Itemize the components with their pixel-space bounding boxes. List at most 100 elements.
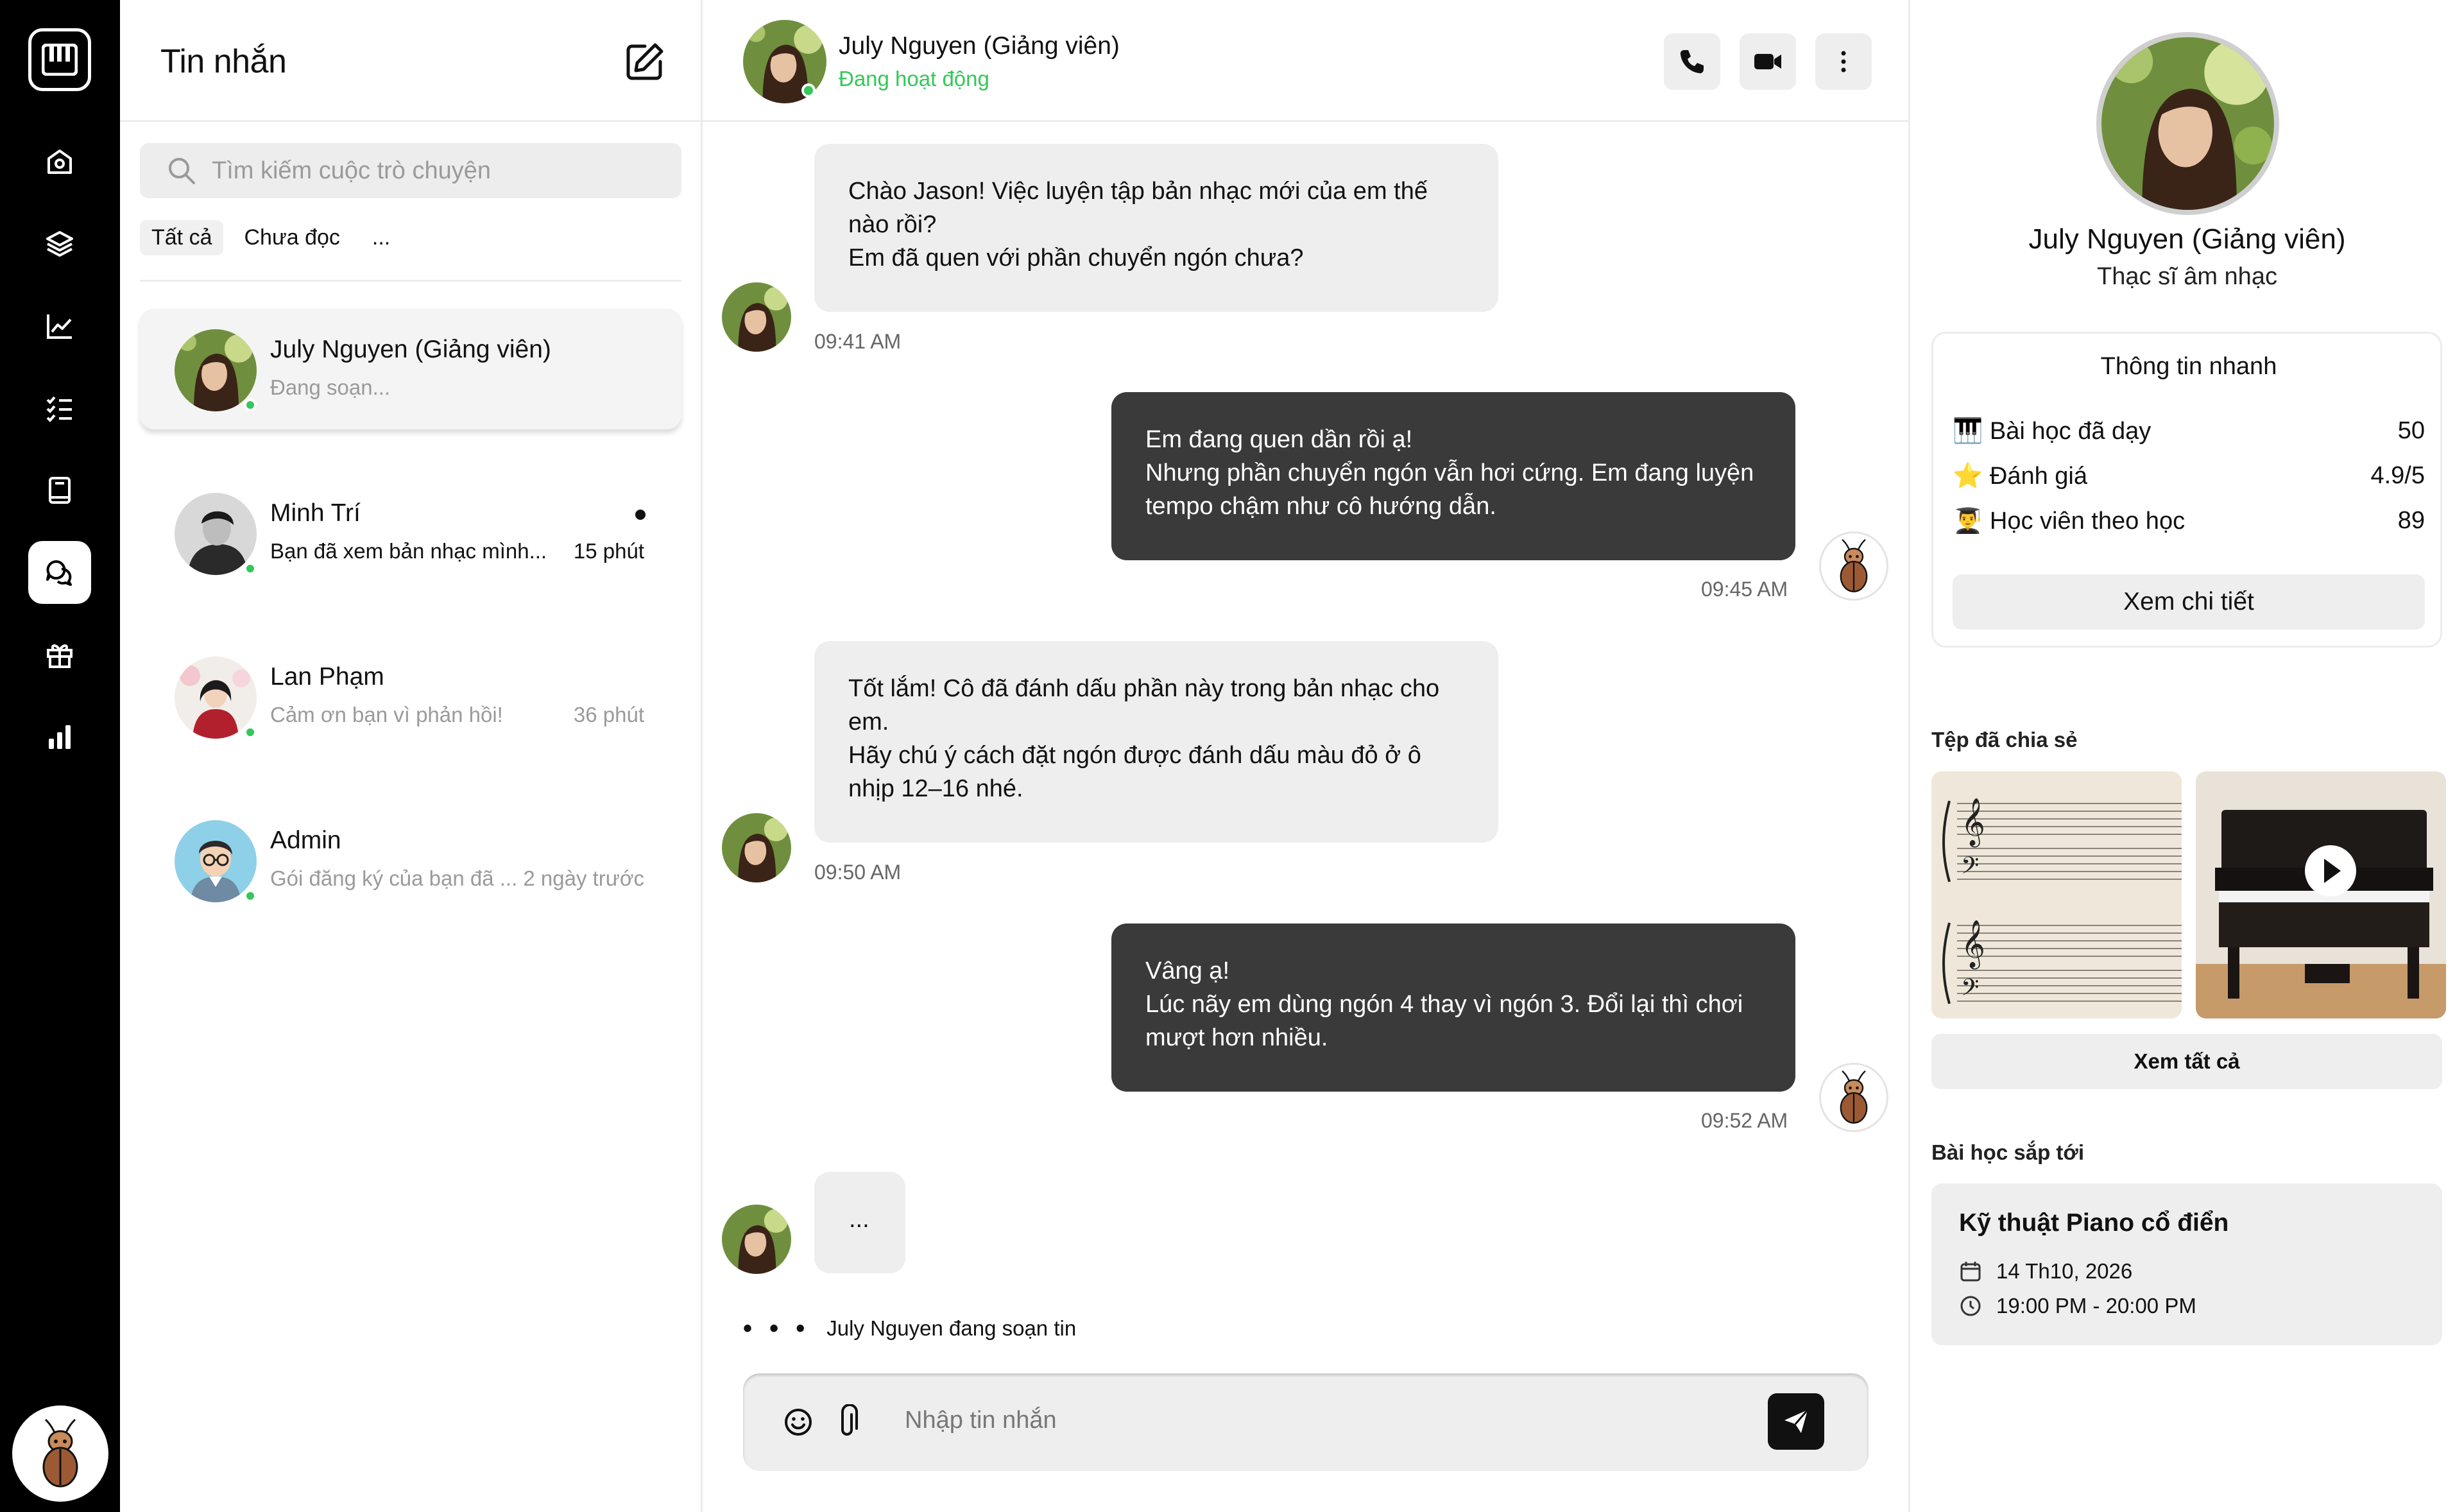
more-options-button[interactable] [1815,33,1872,90]
typing-text: July Nguyen đang soạn tin [826,1316,1077,1340]
chat-contact-name: July Nguyen (Giảng viên) [839,32,1120,60]
app-sidebar [0,0,120,1512]
upcoming-lesson-card[interactable]: Kỹ thuật Piano cổ điển 14 Th10, 2026 19:… [1931,1183,2442,1345]
conversation-item-admin[interactable]: Admin Gói đăng ký của bạn đã ... 2 ngày … [140,800,681,920]
lesson-time: 19:00 PM - 20:00 PM [1996,1294,2196,1318]
send-icon [1784,1409,1809,1433]
typing-indicator: • • • July Nguyen đang soạn tin [743,1316,1076,1341]
conversation-name: Minh Trí [270,499,361,527]
page-title: Tin nhắn [160,43,287,80]
layers-icon[interactable] [28,212,91,275]
conversation-item-july[interactable]: July Nguyen (Giảng viên) Đang soạn... [140,309,681,429]
avatar [175,820,257,902]
stat-value: 4.9/5 [2370,462,2425,489]
message-bubble-outgoing: Em đang quen dần rồi ạ! Nhưng phần chuyể… [1111,392,1795,560]
avatar [1819,1063,1888,1132]
avatar [175,657,257,739]
contact-info-panel: July Nguyen (Giảng viên) Thạc sĩ âm nhạc… [1910,0,2464,1512]
profile-avatar[interactable] [12,1405,108,1502]
home-icon[interactable] [28,130,91,193]
send-button[interactable] [1768,1393,1824,1450]
chat-panel: July Nguyen (Giảng viên) Đang hoạt động … [703,0,1910,1512]
piano-keys-icon[interactable] [28,28,91,91]
avatar [2096,32,2279,215]
unread-dot [635,510,646,520]
search-placeholder: Tìm kiếm cuộc trò chuyện [212,157,492,184]
conversation-preview: Bạn đã xem bản nhạc mình... [270,539,547,563]
clock-icon [1960,1296,1981,1316]
avatar [175,493,257,575]
chat-header: July Nguyen (Giảng viên) Đang hoạt động [703,0,1908,122]
paperclip-icon[interactable] [829,1404,865,1440]
conversation-item-lan-pham[interactable]: Lan Phạm Cảm ơn bạn vì phản hồi! 36 phút [140,636,681,757]
chat-contact-status: Đang hoạt động [839,67,989,90]
video-call-button[interactable] [1740,33,1796,90]
view-details-button[interactable]: Xem chi tiết [1953,574,2425,630]
shared-file-piano-video[interactable] [2196,771,2446,1018]
bar-chart-icon[interactable] [28,705,91,768]
calendar-icon [1960,1262,1981,1282]
svg-text:𝄢: 𝄢 [1961,974,1979,1007]
student-icon: 👨‍🎓 [1953,508,1983,535]
message-time: 09:45 AM [1701,578,1788,601]
avatar [722,1205,791,1274]
compose-icon[interactable] [619,37,669,87]
conversation-time: 2 ngày trước [523,866,644,890]
stat-row: 🎹 Bài học đã dạy 50 [1953,417,2425,445]
message-bubble-outgoing: Vâng ạ! Lúc nãy em dùng ngón 4 thay vì n… [1111,924,1795,1092]
online-status-dot [801,83,816,98]
view-all-files-button[interactable]: Xem tất cả [1931,1034,2442,1089]
lesson-date-row: 14 Th10, 2026 [1959,1259,2132,1284]
conversation-time: 36 phút [573,703,644,726]
conversation-preview: Cảm ơn bạn vì phản hồi! [270,703,503,726]
book-icon[interactable] [28,459,91,522]
shared-file-sheet-music[interactable]: 𝄞 𝄢 𝄞 𝄢 [1931,771,2182,1018]
message-bubble-incoming: Tốt lắm! Cô đã đánh dấu phần này trong b… [814,641,1498,843]
message-bubble-incoming: Chào Jason! Việc luyện tập bản nhạc mới … [814,144,1498,312]
lesson-date: 14 Th10, 2026 [1996,1259,2133,1283]
quick-info-title: Thông tin nhanh [2100,353,2277,380]
stat-value: 89 [2397,507,2425,534]
online-status-dot [244,726,257,739]
checklist-icon[interactable] [28,377,91,440]
svg-text:𝄞: 𝄞 [1961,798,1985,848]
conversation-item-minh-tri[interactable]: Minh Trí Bạn đã xem bản nhạc mình... 15 … [140,472,681,593]
conversation-preview: Đang soạn... [270,375,391,399]
profile-role: Thạc sĩ âm nhạc [2097,263,2277,290]
star-icon: ⭐ [1953,463,1983,490]
stat-label: Học viên theo học [1989,508,2186,535]
online-status-dot [244,562,257,575]
avatar [1819,531,1888,601]
online-status-dot [244,399,257,411]
emoji-icon[interactable] [780,1404,816,1440]
avatar [175,329,257,411]
shared-files-title: Tệp đã chia sẻ [1931,728,2078,752]
chat-icon[interactable] [28,541,91,604]
search-input[interactable]: Tìm kiếm cuộc trò chuyện [140,143,681,198]
lesson-time-row: 19:00 PM - 20:00 PM [1959,1294,2196,1318]
svg-text:𝄢: 𝄢 [1961,852,1979,885]
quick-info-card: Thông tin nhanh 🎹 Bài học đã dạy 50 ⭐ Đá… [1931,332,2442,648]
phone-call-button[interactable] [1664,33,1720,90]
video-camera-icon [1754,54,1781,69]
stat-row: 👨‍🎓 Học viên theo học 89 [1953,507,2425,535]
typing-dots: • • • [743,1314,810,1343]
filter-more[interactable]: ... [361,220,402,255]
filter-all[interactable]: Tất cả [140,219,224,255]
message-bubble-incoming: ... [814,1172,905,1273]
online-status-dot [244,889,257,902]
conversation-filters: Tất cả Chưa đọc ... [140,219,402,255]
lesson-title: Kỹ thuật Piano cổ điển [1959,1209,2229,1237]
message-composer: Nhập tin nhắn [743,1373,1869,1471]
conversation-name: Lan Phạm [270,663,384,691]
avatar [722,282,791,352]
search-icon [169,158,195,184]
chart-line-icon[interactable] [28,295,91,357]
filter-unread[interactable]: Chưa đọc [232,220,351,255]
divider [140,280,681,282]
svg-text:𝄞: 𝄞 [1961,920,1985,970]
gift-icon[interactable] [28,623,91,686]
message-input[interactable]: Nhập tin nhắn [905,1407,1057,1434]
conversation-preview: Gói đăng ký của bạn đã ... [270,866,518,890]
conversation-time: 15 phút [573,539,644,563]
